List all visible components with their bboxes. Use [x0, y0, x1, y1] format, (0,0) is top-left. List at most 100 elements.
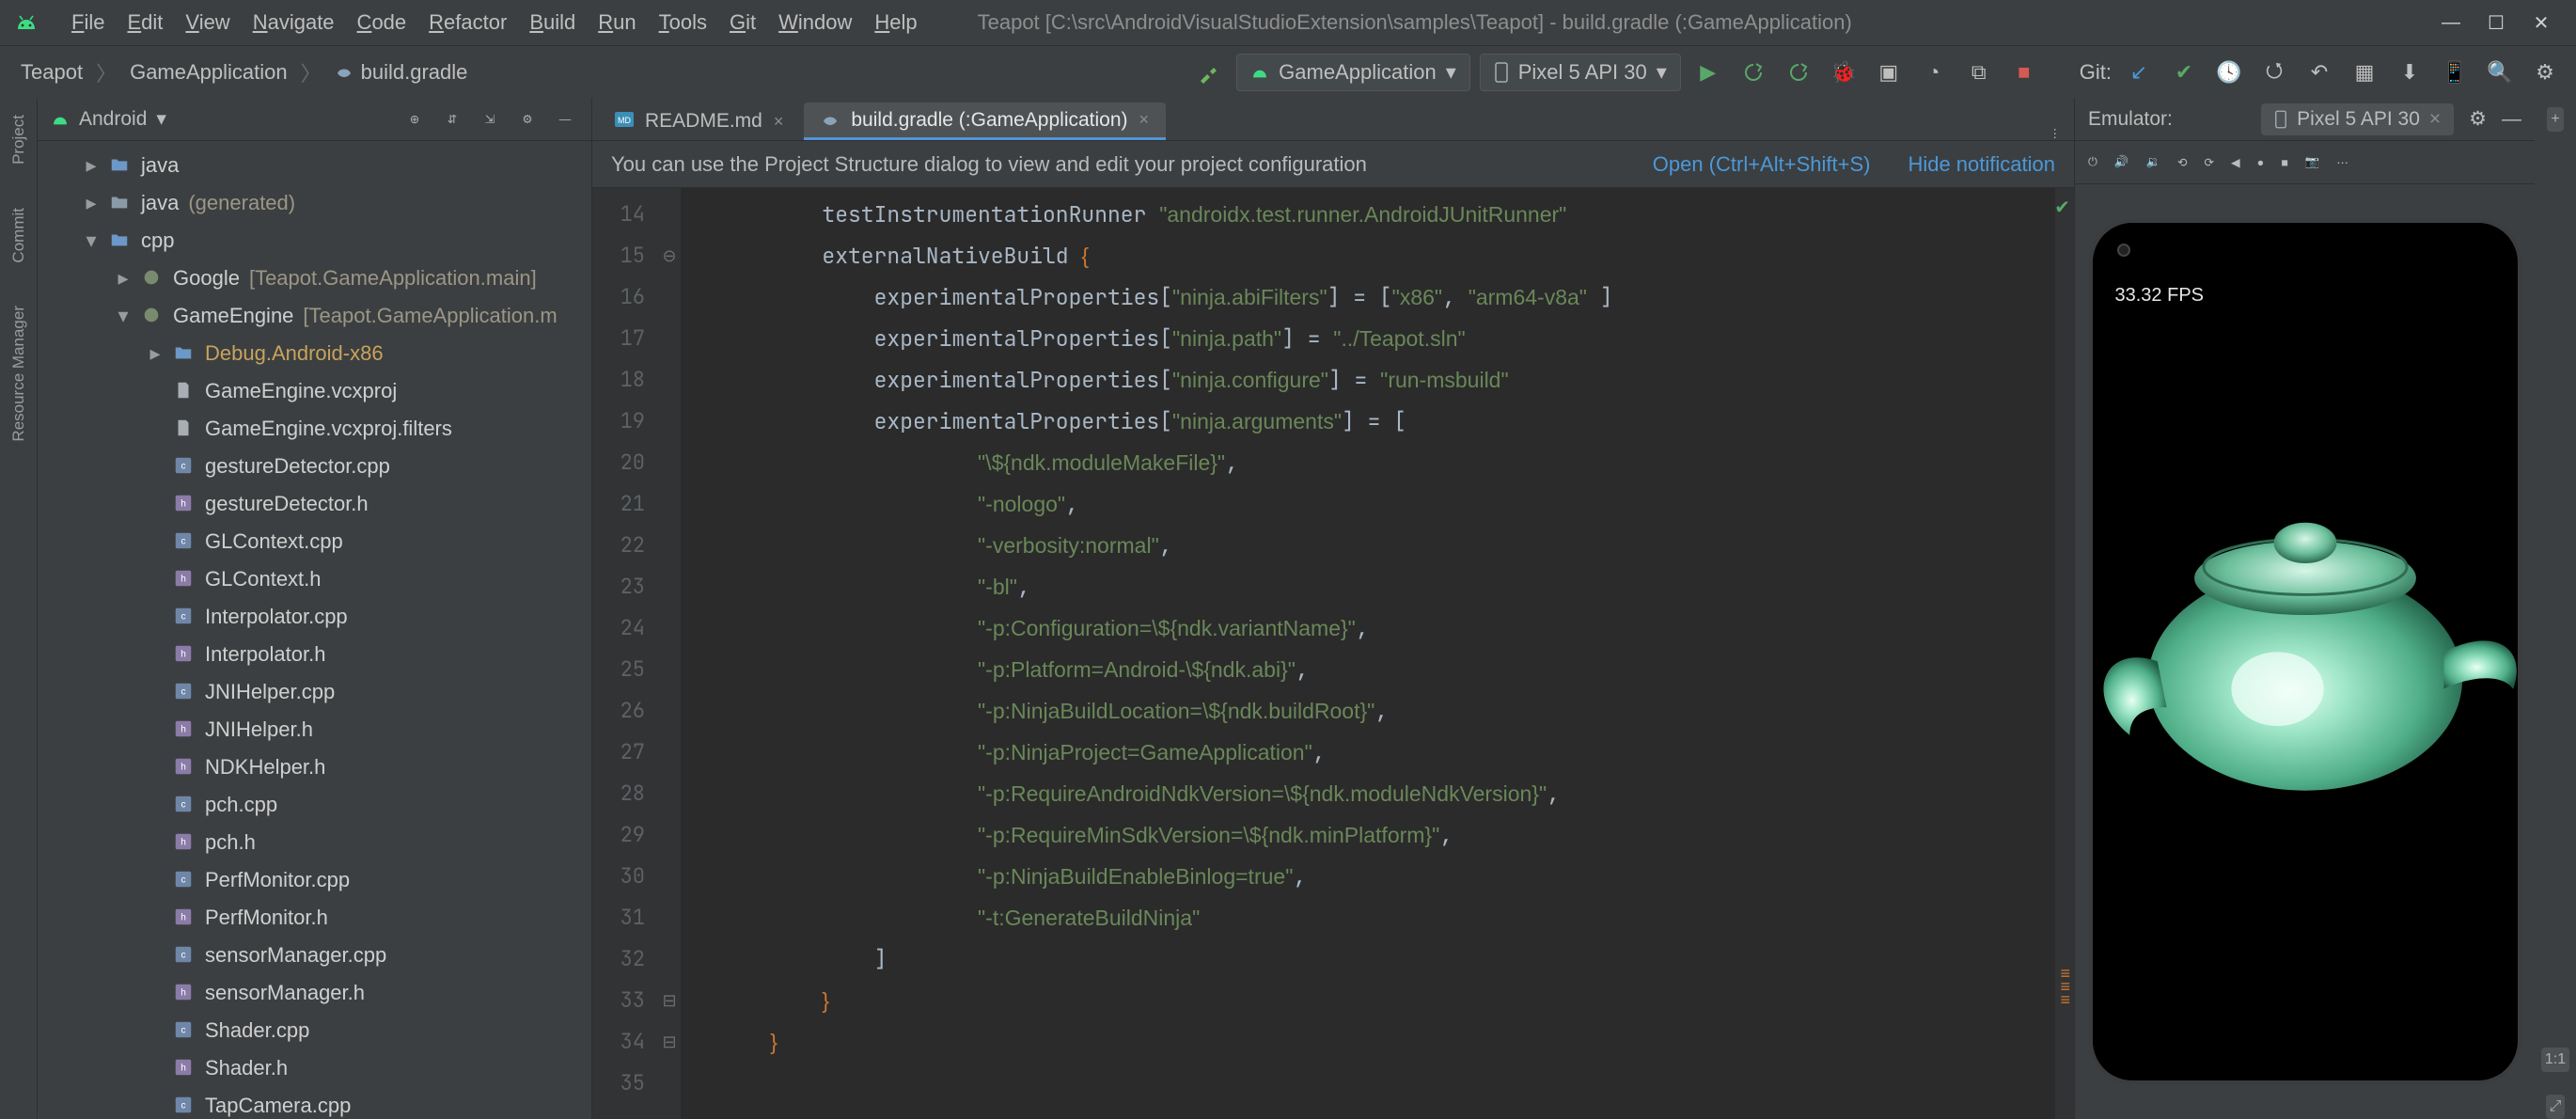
emulator-volume-up-icon[interactable]: 🔊	[2114, 155, 2129, 169]
emulator-screenshot-icon[interactable]: 📷	[2305, 155, 2320, 169]
zoom-fit-button[interactable]: ⤢	[2546, 1095, 2566, 1119]
zoom-actual-button[interactable]: 1:1	[2541, 1048, 2569, 1072]
close-icon[interactable]: ×	[774, 112, 784, 132]
menu-refactor[interactable]: Refactor	[417, 7, 518, 38]
locate-file-icon[interactable]: ⊕	[401, 106, 428, 133]
window-maximize-button[interactable]: ☐	[2474, 1, 2518, 44]
window-minimize-button[interactable]: —	[2429, 1, 2473, 44]
menu-window[interactable]: Window	[767, 7, 863, 38]
tree-row[interactable]: cgestureDetector.cpp	[38, 448, 591, 485]
menu-edit[interactable]: Edit	[116, 7, 174, 38]
tree-arrow-icon[interactable]: ▾	[83, 229, 100, 253]
code-area[interactable]: testInstrumentationRunner "androidx.test…	[681, 188, 2074, 1119]
menu-file[interactable]: File	[60, 7, 116, 38]
breadcrumb[interactable]: Teapot〉GameApplication〉build.gradle	[13, 55, 475, 89]
run-button[interactable]: ▶	[1690, 55, 1726, 90]
tree-row[interactable]: cpch.cpp	[38, 786, 591, 824]
emulator-device-tab[interactable]: Pixel 5 API 30 ×	[2261, 103, 2454, 135]
menu-build[interactable]: Build	[518, 7, 587, 38]
breadcrumb-segment[interactable]: Teapot	[21, 60, 83, 85]
editor-body[interactable]: 1415161718192021222324252627282930313233…	[592, 188, 2074, 1119]
tree-row[interactable]: hPerfMonitor.h	[38, 899, 591, 937]
attach-debugger-icon[interactable]: ⧉	[1961, 55, 1997, 90]
tree-settings-gear-icon[interactable]: ⚙	[514, 106, 541, 133]
tree-row[interactable]: cPerfMonitor.cpp	[38, 861, 591, 899]
tree-row[interactable]: ▸Debug.Android-x86	[38, 335, 591, 372]
tree-row[interactable]: ▾cpp	[38, 222, 591, 260]
zoom-in-button[interactable]: +	[2547, 107, 2563, 132]
menu-run[interactable]: Run	[587, 7, 647, 38]
settings-gear-icon[interactable]: ⚙	[2527, 55, 2563, 90]
tree-row[interactable]: cInterpolator.cpp	[38, 598, 591, 636]
project-structure-icon[interactable]: ▦	[2347, 55, 2382, 90]
profile-run-icon[interactable]: ◔	[1916, 55, 1952, 90]
window-close-button[interactable]: ✕	[2520, 1, 2563, 44]
project-tree[interactable]: ▸java▸java (generated)▾cpp▸Google [Teapo…	[38, 141, 591, 1119]
hide-notification-link[interactable]: Hide notification	[1908, 152, 2055, 177]
tree-arrow-icon[interactable]: ▸	[115, 266, 132, 291]
close-icon[interactable]: ×	[2429, 108, 2441, 131]
menu-git[interactable]: Git	[718, 7, 767, 38]
emulator-settings-gear-icon[interactable]: ⚙	[2469, 107, 2487, 131]
open-project-structure-link[interactable]: Open (Ctrl+Alt+Shift+S)	[1653, 152, 1871, 177]
breadcrumb-segment[interactable]: GameApplication	[130, 60, 288, 85]
menu-navigate[interactable]: Navigate	[242, 7, 346, 38]
resource-manager-toolwindow-tab[interactable]: Resource Manager	[9, 298, 28, 449]
tree-row[interactable]: cGLContext.cpp	[38, 523, 591, 560]
project-view-selector[interactable]: Android ▾	[51, 107, 390, 131]
tree-row[interactable]: hJNIHelper.h	[38, 711, 591, 749]
git-update-icon[interactable]: ↙	[2121, 55, 2157, 90]
tree-row[interactable]: GameEngine.vcxproj	[38, 372, 591, 410]
coverage-run-icon[interactable]: ▣	[1871, 55, 1907, 90]
menu-code[interactable]: Code	[346, 7, 418, 38]
tree-arrow-icon[interactable]: ▸	[83, 191, 100, 215]
undo-icon[interactable]: ↶	[2301, 55, 2337, 90]
editor-tab[interactable]: build.gradle (:GameApplication)×	[804, 102, 1166, 140]
breadcrumb-segment[interactable]: build.gradle	[361, 60, 468, 85]
menu-tools[interactable]: Tools	[648, 7, 718, 38]
tree-arrow-icon[interactable]: ▸	[147, 341, 164, 366]
tree-row[interactable]: GameEngine.vcxproj.filters	[38, 410, 591, 448]
tree-row[interactable]: hgestureDetector.h	[38, 485, 591, 523]
stop-button[interactable]: ■	[2006, 55, 2042, 90]
build-hammer-icon[interactable]	[1191, 55, 1227, 90]
emulator-power-icon[interactable]: ⏻	[2088, 155, 2097, 169]
tree-row[interactable]: ▸java (generated)	[38, 184, 591, 222]
sdk-manager-icon[interactable]: ⬇	[2392, 55, 2427, 90]
emulator-volume-down-icon[interactable]: 🔉	[2145, 155, 2160, 169]
tree-row[interactable]: ▾GameEngine [Teapot.GameApplication.m	[38, 297, 591, 335]
debug-button[interactable]: 🐞	[1826, 55, 1861, 90]
git-revert-icon[interactable]: ⭯	[2256, 55, 2292, 90]
tree-row[interactable]: ▸Google [Teapot.GameApplication.main]	[38, 260, 591, 297]
close-icon[interactable]: ×	[1139, 110, 1150, 130]
tree-row[interactable]: cTapCamera.cpp	[38, 1087, 591, 1119]
apply-code-changes-icon[interactable]	[1781, 55, 1816, 90]
tree-row[interactable]: csensorManager.cpp	[38, 937, 591, 974]
git-commit-icon[interactable]: ✔	[2166, 55, 2202, 90]
hide-emulator-icon[interactable]: —	[2502, 108, 2521, 131]
search-everywhere-icon[interactable]: 🔍	[2482, 55, 2518, 90]
avd-manager-icon[interactable]: 📱	[2437, 55, 2473, 90]
commit-toolwindow-tab[interactable]: Commit	[9, 200, 28, 271]
menu-help[interactable]: Help	[863, 7, 928, 38]
run-config-selector[interactable]: GameApplication ▾	[1236, 54, 1470, 91]
tree-row[interactable]: hGLContext.h	[38, 560, 591, 598]
emulator-overview-icon[interactable]: ■	[2281, 156, 2288, 169]
apply-changes-icon[interactable]	[1736, 55, 1771, 90]
hide-panel-icon[interactable]: —	[552, 106, 578, 133]
git-history-icon[interactable]: 🕓	[2211, 55, 2247, 90]
emulator-rotate-right-icon[interactable]: ⟳	[2205, 155, 2214, 169]
expand-all-icon[interactable]: ⇲	[477, 106, 503, 133]
emulator-back-icon[interactable]: ◀	[2231, 155, 2240, 169]
tree-arrow-icon[interactable]: ▾	[115, 304, 132, 328]
emulator-device-screen[interactable]: 33.32 FPS	[2089, 219, 2521, 1084]
tree-row[interactable]: cShader.cpp	[38, 1012, 591, 1049]
emulator-more-icon[interactable]: ⋯	[2336, 155, 2348, 169]
tree-row[interactable]: hpch.h	[38, 824, 591, 861]
tree-row[interactable]: hShader.h	[38, 1049, 591, 1087]
editor-inspection-strip[interactable]: ✔ ≡≡≡	[2055, 188, 2074, 1119]
tree-row[interactable]: hsensorManager.h	[38, 974, 591, 1012]
emulator-home-icon[interactable]: ●	[2257, 156, 2265, 169]
tree-row[interactable]: cJNIHelper.cpp	[38, 673, 591, 711]
emulator-rotate-left-icon[interactable]: ⟲	[2177, 155, 2187, 169]
